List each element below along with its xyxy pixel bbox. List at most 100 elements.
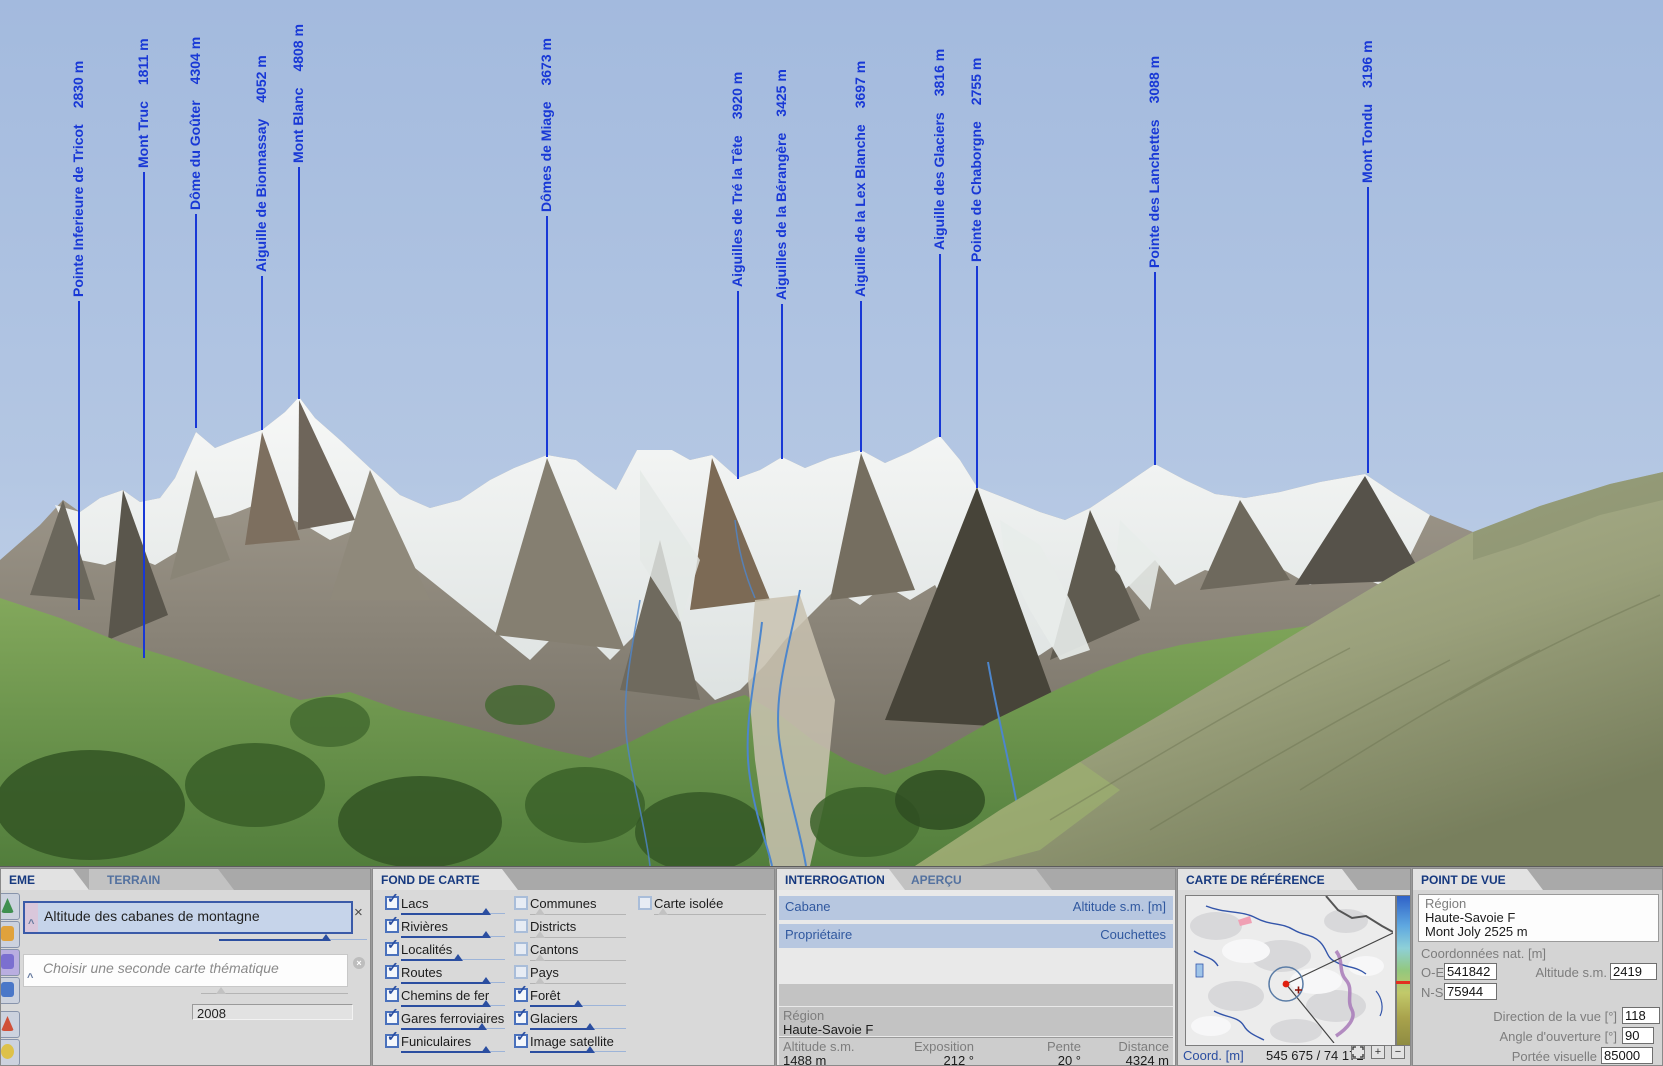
corners-icon <box>1352 1046 1364 1058</box>
layer-checkbox[interactable] <box>514 942 528 956</box>
layer-checkbox[interactable] <box>514 896 528 910</box>
arrow-icon-button[interactable] <box>0 1011 20 1038</box>
layer-opacity-slider[interactable] <box>401 976 505 985</box>
peak-leader-line <box>546 216 548 457</box>
second-theme-slider[interactable] <box>201 986 348 995</box>
layer-opacity-slider[interactable] <box>654 907 766 916</box>
range-value: 85000 <box>1604 1048 1640 1063</box>
pdv-panel-tabs: POINT DE VUE <box>1413 869 1662 890</box>
plus-icon: + <box>1375 1046 1381 1058</box>
theme-select-icon-button[interactable] <box>0 949 20 976</box>
layer-checkbox[interactable]: ✓ <box>385 919 399 933</box>
layer-opacity-slider[interactable] <box>530 999 626 1008</box>
layer-checkbox[interactable]: ✓ <box>385 896 399 910</box>
angle-label: Angle d'ouverture [°] <box>1453 1029 1617 1044</box>
layer-checkbox[interactable] <box>638 896 652 910</box>
tab-interrogation[interactable]: INTERROGATION <box>777 869 905 890</box>
peak-leader-line <box>737 291 739 479</box>
layer-checkbox[interactable]: ✓ <box>385 1011 399 1025</box>
layer-opacity-slider[interactable] <box>530 1022 626 1031</box>
pdv-region-label: Région <box>1425 896 1466 911</box>
close-theme-icon[interactable]: × <box>354 904 363 921</box>
reference-map[interactable] <box>1185 895 1396 1046</box>
pdv-altitude-label: Altitude s.m. <box>1513 965 1607 980</box>
tab-carte-de-reference[interactable]: CARTE DE RÉFÉRENCE <box>1178 869 1358 890</box>
zoom-in-button[interactable]: + <box>1371 1045 1385 1059</box>
layer-checkbox[interactable]: ✓ <box>385 1034 399 1048</box>
layer-checkbox[interactable]: ✓ <box>385 965 399 979</box>
layer-checkbox[interactable]: ✓ <box>385 988 399 1002</box>
peak-leader-line <box>1154 272 1156 465</box>
peak-label: Aiguilles de la Bérangère3425 m <box>773 69 789 300</box>
angle-input[interactable]: 90 <box>1622 1027 1654 1044</box>
layer-opacity-slider[interactable] <box>530 930 626 939</box>
second-theme-combobox[interactable]: ^ Choisir une seconde carte thématique <box>23 954 348 987</box>
tree-icon-button[interactable] <box>0 893 20 920</box>
layer-checkbox[interactable]: ✓ <box>514 988 528 1002</box>
layer-checkbox[interactable]: ✓ <box>385 942 399 956</box>
peak-elevation: 3816 m <box>931 49 947 96</box>
layer-opacity-slider[interactable] <box>401 1022 505 1031</box>
layer-opacity-slider[interactable] <box>401 953 505 962</box>
layer-opacity-slider[interactable] <box>401 930 505 939</box>
close-second-theme-icon: × <box>353 957 365 969</box>
layer-opacity-slider[interactable] <box>530 1045 626 1054</box>
peak-name: Aiguilles de Tré la Tête <box>729 135 745 287</box>
tab-interrogation-label: INTERROGATION <box>785 873 885 887</box>
layer-opacity-slider[interactable] <box>401 999 505 1008</box>
tab-pdv-label: POINT DE VUE <box>1421 873 1506 887</box>
peak-leader-line <box>976 266 978 488</box>
peak-label: Aiguilles de Tré la Tête 3920 m <box>729 72 745 287</box>
peak-leader-line <box>143 172 145 658</box>
panorama-application: Pointe Inferieure de Tricot2830 m Mont Tr… <box>0 0 1663 1066</box>
layers-icon-button[interactable] <box>0 977 20 1004</box>
tab-apercu[interactable]: APERÇU <box>877 869 1052 890</box>
peak-leader-line <box>939 254 941 437</box>
terrain-3d-view[interactable]: Pointe Inferieure de Tricot2830 m Mont Tr… <box>0 0 1663 866</box>
proprietaire-label: Propriétaire <box>785 927 852 942</box>
layer-checkbox[interactable]: ✓ <box>514 1034 528 1048</box>
stat-label: Exposition <box>879 1039 974 1054</box>
layer-opacity-slider[interactable] <box>530 907 626 916</box>
peak-name: Mont Tondu <box>1359 104 1375 183</box>
marker-icon-button[interactable] <box>0 1039 20 1066</box>
layer-opacity-slider[interactable] <box>401 907 505 916</box>
layer-opacity-slider[interactable] <box>530 976 626 985</box>
angle-value: 90 <box>1625 1028 1639 1043</box>
direction-input[interactable]: 118 <box>1622 1007 1660 1024</box>
map-sheet-icon-button[interactable] <box>0 921 20 948</box>
altitude-input[interactable]: 2419 <box>1610 963 1657 980</box>
range-input[interactable]: 85000 <box>1601 1047 1653 1064</box>
zoom-out-button[interactable]: − <box>1391 1045 1405 1059</box>
layer-opacity-slider[interactable] <box>530 953 626 962</box>
layer-checkbox[interactable] <box>514 965 528 979</box>
layer-checkbox[interactable] <box>514 919 528 933</box>
oe-input[interactable]: 541842 <box>1444 963 1497 980</box>
empty-result-band <box>779 984 1173 1006</box>
layer-opacity-slider[interactable] <box>401 1045 505 1054</box>
fit-extent-button[interactable] <box>1351 1045 1365 1059</box>
layer-checkbox[interactable]: ✓ <box>514 1011 528 1025</box>
tab-terrain[interactable]: TERRAIN <box>89 869 234 890</box>
theme-transparency-slider[interactable] <box>219 933 367 942</box>
peak-label: Pointe Inferieure de Tricot2830 m <box>70 61 86 297</box>
theme-map-combobox[interactable]: ^ Altitude des cabanes de montagne <box>23 901 353 934</box>
peak-leader-line <box>78 301 80 610</box>
tab-theme[interactable]: EME <box>1 869 89 890</box>
ns-input[interactable]: 75944 <box>1444 983 1497 1000</box>
tab-apercu-label: APERÇU <box>911 873 962 887</box>
tab-point-de-vue[interactable]: POINT DE VUE <box>1413 869 1543 890</box>
map-sheet-icon <box>1 926 14 941</box>
peak-elevation: 3697 m <box>852 61 868 108</box>
tab-theme-label: EME <box>9 873 35 887</box>
ns-value: 75944 <box>1447 984 1483 999</box>
tab-fond-de-carte[interactable]: FOND DE CARTE <box>373 869 518 890</box>
peak-elevation: 1811 m <box>135 38 151 85</box>
peak-elevation: 3920 m <box>729 72 745 119</box>
peak-name: Mont Truc <box>135 101 151 168</box>
year-input[interactable]: 2008 <box>192 1004 353 1020</box>
peak-label: Mont Tondu3196 m <box>1359 40 1375 183</box>
tab-fond-label: FOND DE CARTE <box>381 873 480 887</box>
peak-elevation: 3088 m <box>1146 56 1162 103</box>
altitude-header-label: Altitude s.m. [m] <box>1073 899 1166 914</box>
